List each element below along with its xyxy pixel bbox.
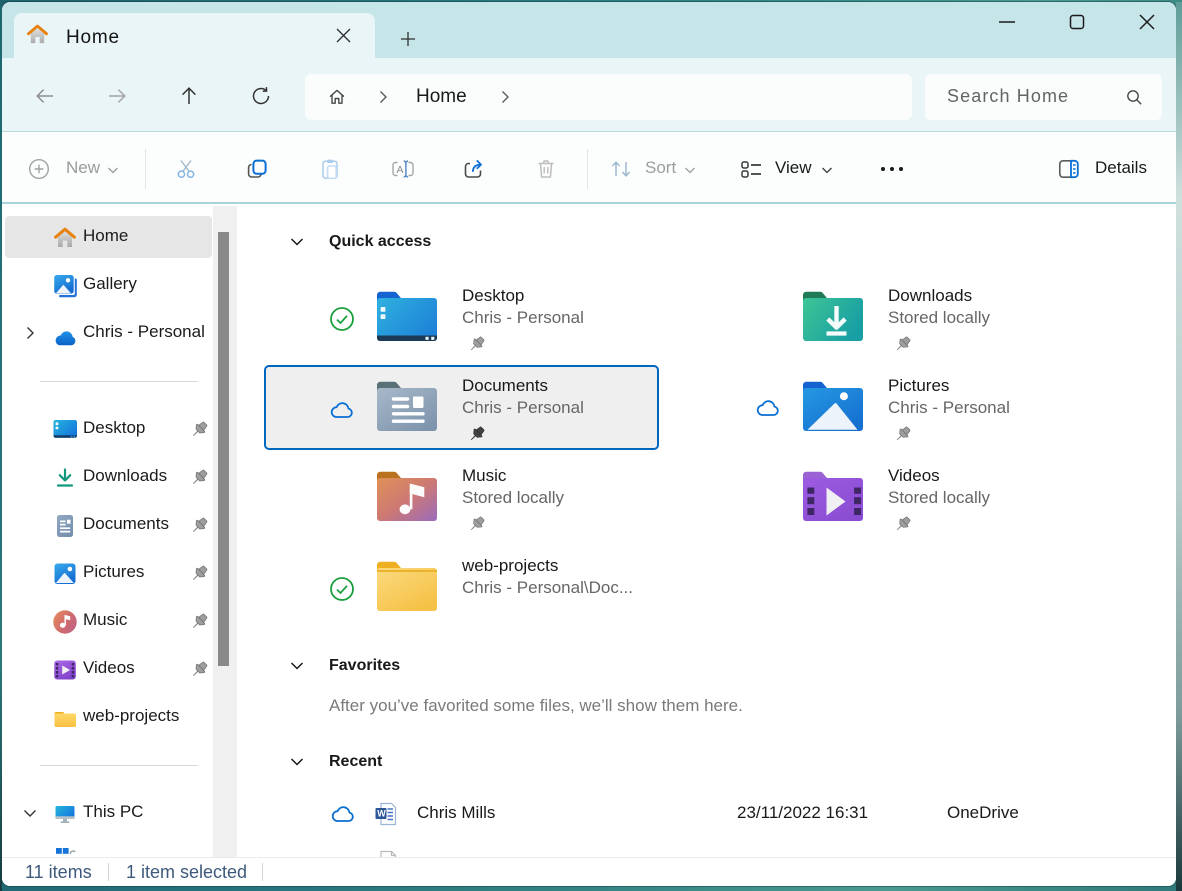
svg-text:W: W [377, 809, 386, 819]
svg-text:A: A [397, 164, 404, 176]
